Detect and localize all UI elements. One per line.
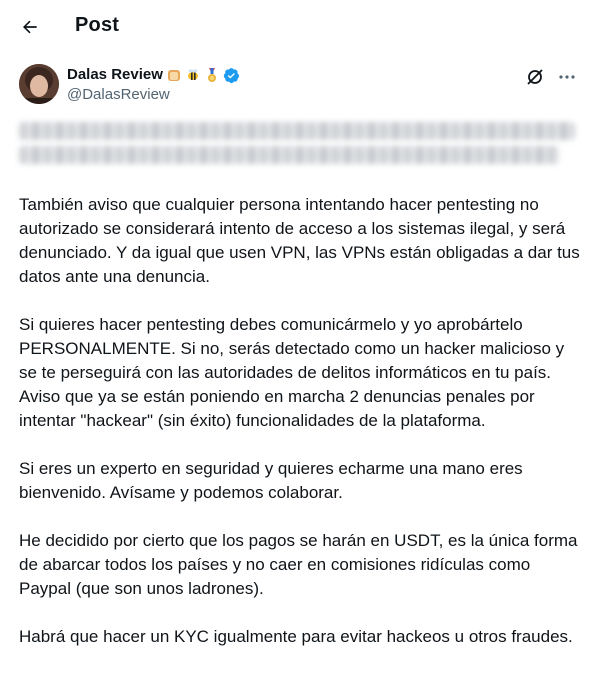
post-author: Dalas Review @DalasReview xyxy=(19,64,579,108)
top-bar: Post xyxy=(0,0,593,54)
post-paragraph: Si eres un experto en seguridad y quiere… xyxy=(19,459,523,502)
bread-emoji-icon xyxy=(166,67,182,83)
back-button[interactable] xyxy=(12,9,48,45)
post-paragraph: Habrá que hacer un KYC igualmente para e… xyxy=(19,627,573,646)
grok-button[interactable] xyxy=(523,65,547,89)
post-actions xyxy=(523,65,579,89)
post-text: También aviso que cualquier persona inte… xyxy=(19,193,585,673)
medal-emoji-icon xyxy=(204,67,220,83)
post-paragraph: He decidido por cierto que los pagos se … xyxy=(19,531,578,598)
avatar[interactable] xyxy=(19,64,59,104)
verified-badge-icon[interactable] xyxy=(223,67,239,83)
post-paragraph: También aviso que cualquier persona inte… xyxy=(19,195,580,286)
avatar-image xyxy=(19,64,59,104)
more-horizontal-icon xyxy=(559,75,575,79)
post-paragraph: Si quieres hacer pentesting debes comuni… xyxy=(19,315,565,430)
grok-icon xyxy=(527,69,543,85)
display-name[interactable]: Dalas Review xyxy=(67,66,239,83)
arrow-left-icon xyxy=(23,20,37,34)
user-handle[interactable]: @DalasReview xyxy=(67,86,170,103)
display-name-text: Dalas Review xyxy=(67,66,163,83)
more-options-button[interactable] xyxy=(555,65,579,89)
page-title: Post xyxy=(75,14,120,36)
blurred-text xyxy=(19,118,575,166)
bee-emoji-icon xyxy=(185,67,201,83)
